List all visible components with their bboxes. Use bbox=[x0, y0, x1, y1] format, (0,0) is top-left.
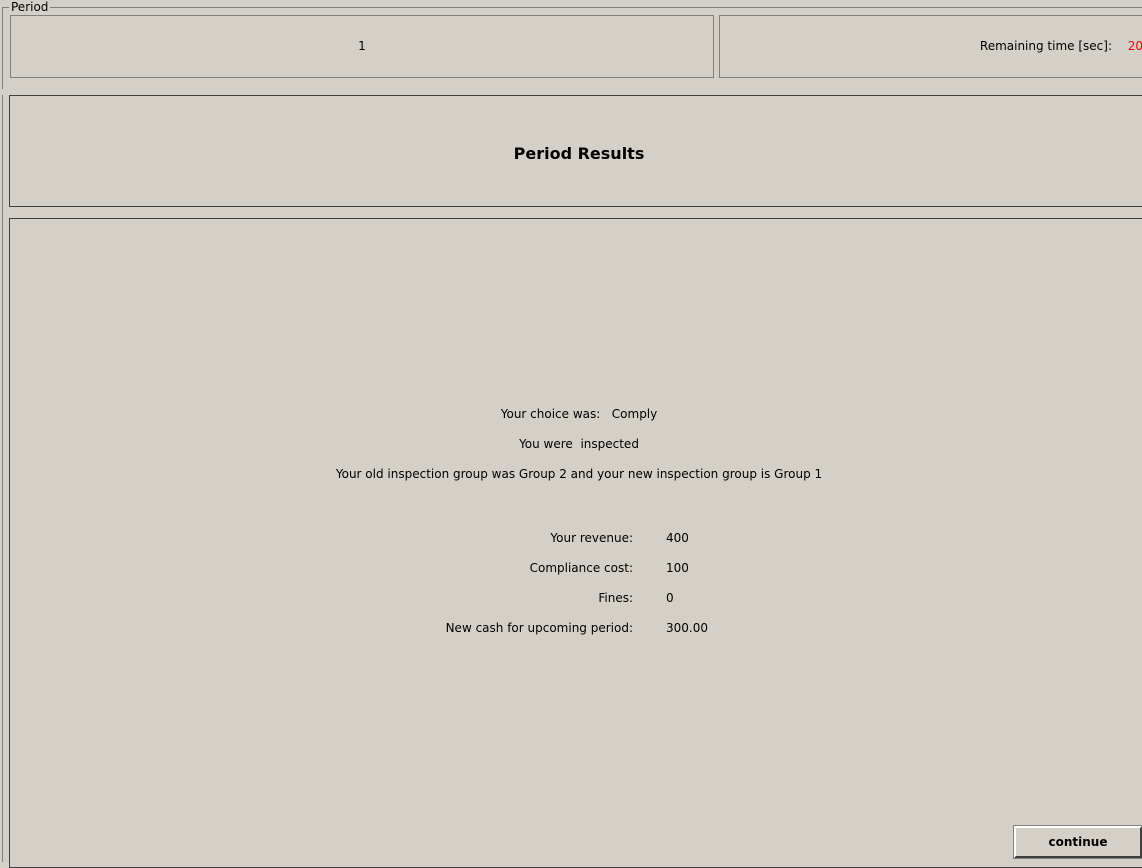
continue-button[interactable]: continue bbox=[1013, 825, 1142, 859]
period-value: 1 bbox=[358, 39, 366, 53]
title-panel: Period Results bbox=[9, 95, 1142, 207]
timer-panel: Remaining time [sec]: 20 bbox=[719, 15, 1142, 78]
remaining-time-label: Remaining time [sec]: bbox=[979, 39, 1112, 53]
compliance-cost-value: 100 bbox=[666, 561, 689, 575]
period-panel: 1 bbox=[10, 15, 714, 78]
compliance-cost-label: Compliance cost: bbox=[529, 561, 633, 575]
app-window: Period 1 Remaining time [sec]: 20 Period… bbox=[0, 0, 1142, 868]
fines-label: Fines: bbox=[598, 591, 633, 605]
new-cash-value: 300.00 bbox=[666, 621, 708, 635]
revenue-value: 400 bbox=[666, 531, 689, 545]
page-title: Period Results bbox=[513, 144, 645, 163]
results-panel: Your choice was: Comply You were inspect… bbox=[9, 218, 1142, 868]
remaining-time-value: 20 bbox=[1127, 39, 1142, 53]
choice-line: Your choice was: Comply bbox=[10, 407, 1142, 421]
fines-value: 0 bbox=[666, 591, 674, 605]
choice-value: Comply bbox=[611, 407, 658, 421]
revenue-label: Your revenue: bbox=[550, 531, 633, 545]
new-cash-label: New cash for upcoming period: bbox=[445, 621, 633, 635]
group-change-text: Your old inspection group was Group 2 an… bbox=[335, 467, 823, 481]
period-legend: Period bbox=[9, 0, 51, 15]
choice-label: Your choice was: bbox=[500, 407, 601, 421]
inspection-status: You were inspected bbox=[519, 437, 639, 451]
window-left-edge bbox=[2, 95, 4, 862]
